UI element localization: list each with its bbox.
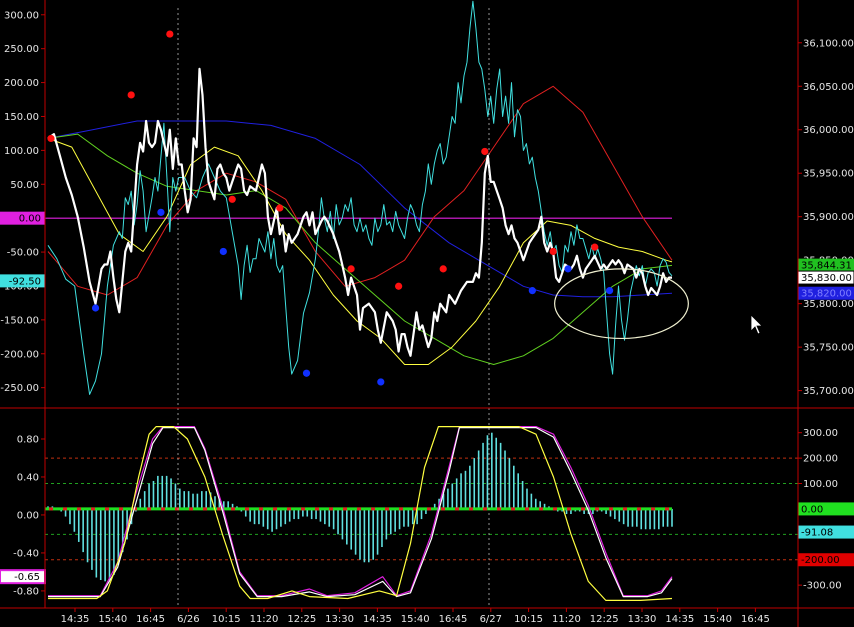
osc-right-axis-label: 100.00 <box>803 479 838 490</box>
osc-right-axis-label: 200.00 <box>803 454 838 465</box>
x-tick-label: 6/26 <box>177 614 199 625</box>
osc-right-value-tag-label: 0.00 <box>801 504 823 515</box>
osc-left-axis-label: 0.00 <box>17 510 39 521</box>
pivot-low-point <box>91 304 100 312</box>
left-axis-label: 150.00 <box>4 112 39 123</box>
pivot-high-point <box>127 91 135 99</box>
x-tick-label: 14:35 <box>363 614 392 625</box>
pivot-high-point <box>439 265 447 273</box>
right-value-tag-label: 35,830.00 <box>801 273 852 284</box>
pivot-high-point <box>166 30 174 38</box>
left-value-tag-label: 0.00 <box>19 214 41 225</box>
pivot-low-point <box>219 247 227 256</box>
pivot-low-point <box>302 369 311 377</box>
pivot-high-point <box>347 265 355 273</box>
x-tick-label: 16:45 <box>741 614 770 625</box>
pivot-low-point <box>606 287 614 295</box>
x-tick-label: 12:25 <box>590 614 619 625</box>
osc-left-axis-label: 0.40 <box>17 472 39 483</box>
left-axis-label: 50.00 <box>10 180 39 191</box>
left-axis-label: 100.00 <box>4 146 39 157</box>
left-axis-label: -50.00 <box>7 248 39 259</box>
osc-left-axis-label: -0.40 <box>13 548 39 559</box>
right-axis-label: 35,750.00 <box>803 343 854 354</box>
pivot-low-point <box>564 265 572 273</box>
right-axis-label: 36,000.00 <box>803 125 854 136</box>
osc-left-axis-label: 0.80 <box>17 434 39 445</box>
pivot-low-point <box>528 287 536 295</box>
pivot-low-point <box>157 208 165 216</box>
osc-right-value-tag-label: -200.00 <box>801 555 840 566</box>
right-value-tag-label: 35,844.31 <box>801 261 852 272</box>
pivot-high-point <box>481 147 489 156</box>
x-tick-label: 13:30 <box>628 614 657 625</box>
pivot-high-point <box>276 204 284 212</box>
x-tick-label: 16:45 <box>136 614 165 625</box>
x-tick-label: 14:35 <box>61 614 90 625</box>
right-axis-label: 35,900.00 <box>803 212 854 223</box>
x-tick-label: 15:40 <box>703 614 732 625</box>
pivot-high-point <box>47 134 55 143</box>
left-axis-label: -200.00 <box>0 349 39 360</box>
x-tick-label: 10:15 <box>212 614 241 625</box>
osc-right-axis-label: -300.00 <box>803 581 842 592</box>
osc-right-axis-label: 300.00 <box>803 428 838 439</box>
pivot-high-point <box>228 195 236 203</box>
chart-canvas: 300.00 250.00 200.00 150.00 100.00 50.00 0.00 -… <box>0 0 854 627</box>
x-tick-label: 14:35 <box>665 614 694 625</box>
osc-left-axis-label: -0.80 <box>13 586 39 597</box>
x-tick-label: 10:15 <box>514 614 543 625</box>
pivot-high-point <box>549 247 557 256</box>
left-value-tag-label: -92.50 <box>9 276 41 287</box>
left-axis-label: 250.00 <box>4 44 39 55</box>
left-axis-label: -250.00 <box>0 383 39 394</box>
x-tick-label: 6/27 <box>480 614 502 625</box>
x-tick-label: 12:25 <box>287 614 316 625</box>
pivot-high-point <box>395 282 403 290</box>
osc-right-value-tag-label: -91.08 <box>801 528 833 539</box>
left-axis-label: -150.00 <box>0 315 39 326</box>
x-tick-label: 15:40 <box>401 614 430 625</box>
right-axis-label: 35,700.00 <box>803 386 854 397</box>
right-value-tag-label: 35,820.00 <box>801 289 852 300</box>
pivot-low-point <box>377 378 385 386</box>
right-axis-label: 36,050.00 <box>803 82 854 93</box>
x-tick-label: 13:30 <box>325 614 354 625</box>
osc-left-value-tag-label: -0.65 <box>14 572 40 583</box>
left-axis-label: 200.00 <box>4 78 39 89</box>
x-tick-label: 15:40 <box>98 614 127 625</box>
left-axis-label: 300.00 <box>4 10 39 21</box>
x-tick-label: 16:45 <box>439 614 468 625</box>
right-axis-label: 36,100.00 <box>803 38 854 49</box>
pivot-high-point <box>591 243 599 251</box>
x-tick-label: 11:20 <box>250 614 279 625</box>
right-axis-label: 35,950.00 <box>803 169 854 180</box>
x-tick-label: 11:20 <box>552 614 581 625</box>
right-axis-label: 35,800.00 <box>803 299 854 310</box>
